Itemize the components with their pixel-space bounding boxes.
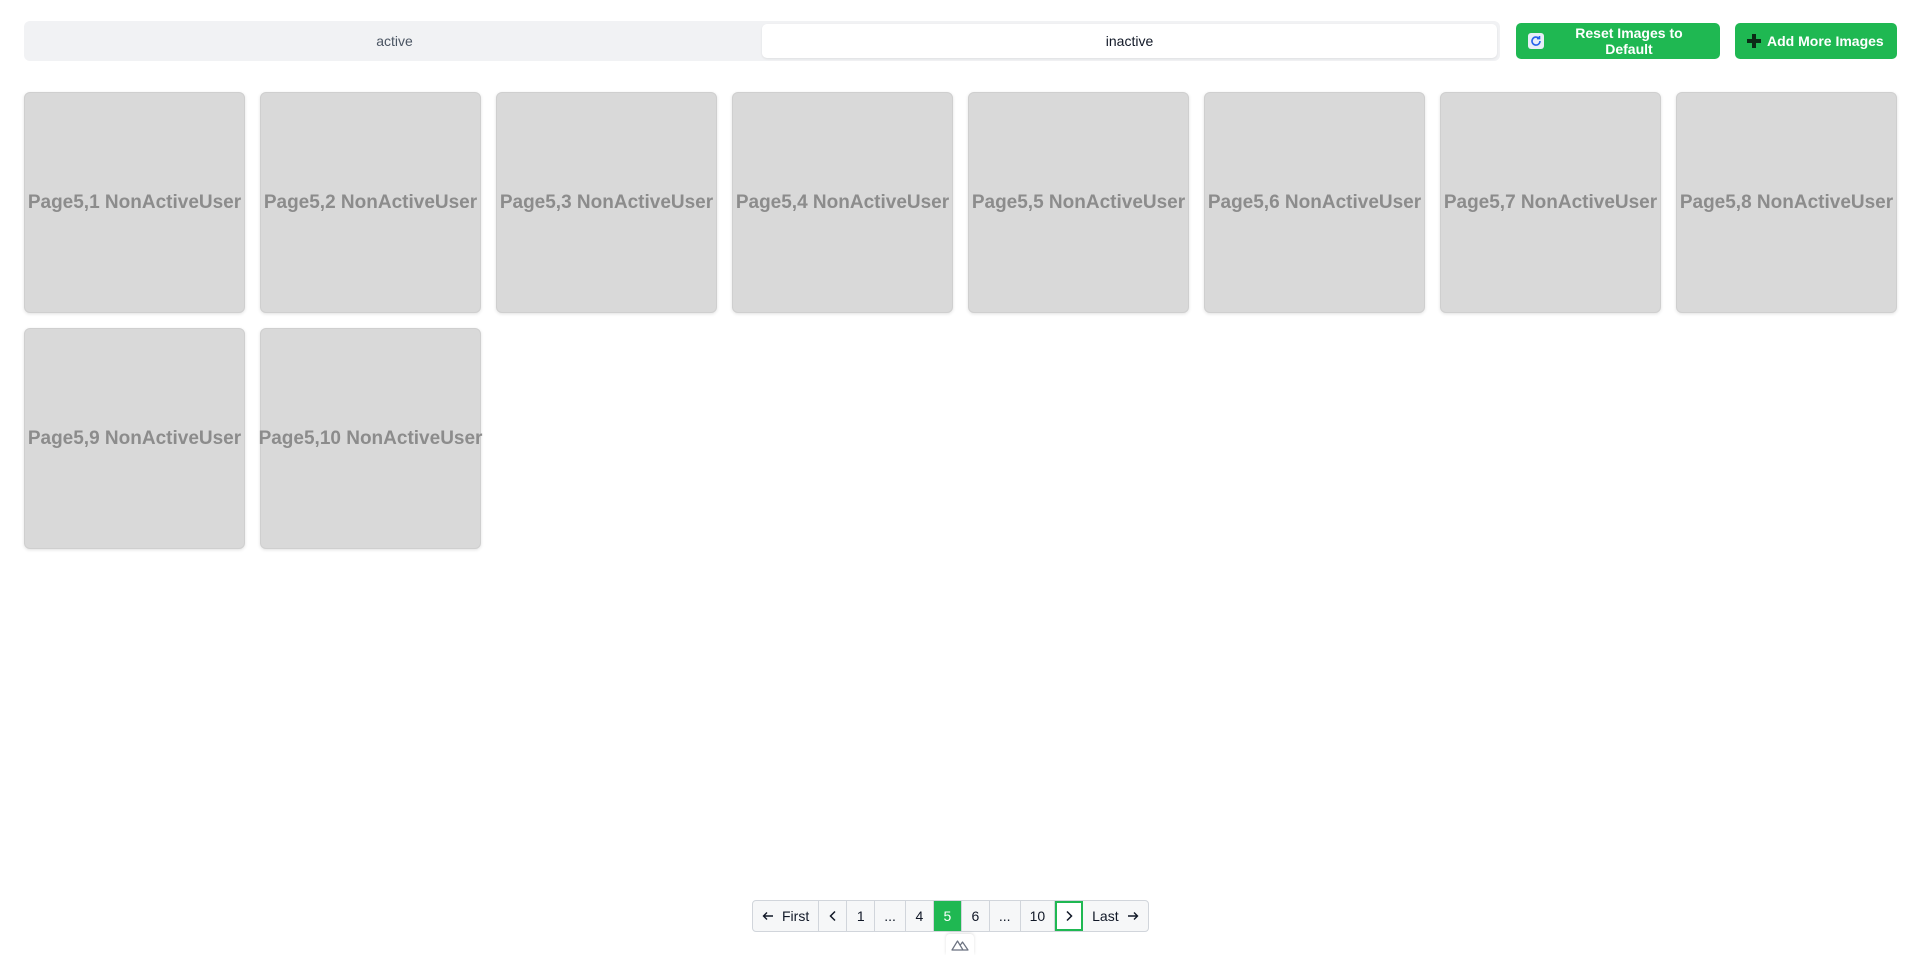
mountain-logo-icon[interactable] (946, 934, 974, 955)
prev-page-button[interactable] (819, 901, 848, 931)
plus-icon (1747, 34, 1761, 48)
page-button[interactable]: 1 (847, 901, 876, 931)
page-ellipsis: ... (990, 901, 1021, 931)
last-page-label: Last (1092, 908, 1119, 924)
current-page-button[interactable]: 5 (933, 901, 962, 931)
chevron-left-icon (829, 910, 837, 922)
status-tabs: active inactive (24, 21, 1500, 61)
image-card[interactable]: Page5,3 NonActiveUser (496, 92, 717, 313)
image-card[interactable]: Page5,5 NonActiveUser (968, 92, 1189, 313)
arrow-right-icon (1127, 911, 1139, 921)
first-page-button[interactable]: First (753, 901, 820, 931)
image-grid: Page5,1 NonActiveUser Page5,2 NonActiveU… (24, 92, 1897, 549)
reset-images-button[interactable]: Reset Images to Default (1516, 23, 1720, 59)
first-page-label: First (782, 908, 810, 924)
tab-active[interactable]: active (27, 24, 762, 58)
pagination: First 1 ... 4 5 6 ... 10 Last (752, 900, 1149, 932)
page-button[interactable]: 4 (906, 901, 934, 931)
reset-images-label: Reset Images to Default (1575, 25, 1683, 57)
add-more-images-button[interactable]: Add More Images (1735, 23, 1897, 59)
refresh-icon (1528, 33, 1544, 49)
image-card[interactable]: Page5,8 NonActiveUser (1676, 92, 1897, 313)
image-card[interactable]: Page5,9 NonActiveUser (24, 328, 245, 549)
image-card[interactable]: Page5,2 NonActiveUser (260, 92, 481, 313)
image-card[interactable]: Page5,1 NonActiveUser (24, 92, 245, 313)
page-ellipsis: ... (875, 901, 906, 931)
add-more-images-label: Add More Images (1767, 33, 1884, 49)
arrow-left-icon (762, 911, 774, 921)
top-toolbar: active inactive Reset Images to Default … (24, 21, 1897, 61)
tab-inactive[interactable]: inactive (762, 24, 1497, 58)
image-card[interactable]: Page5,6 NonActiveUser (1204, 92, 1425, 313)
next-page-button[interactable] (1055, 901, 1084, 931)
image-card[interactable]: Page5,4 NonActiveUser (732, 92, 953, 313)
last-page-button[interactable]: Last (1083, 901, 1147, 931)
image-card[interactable]: Page5,7 NonActiveUser (1440, 92, 1661, 313)
image-card[interactable]: Page5,10 NonActiveUser (259, 328, 482, 549)
page-button[interactable]: 10 (1021, 901, 1056, 931)
page-button[interactable]: 6 (962, 901, 990, 931)
chevron-right-icon (1065, 910, 1073, 922)
